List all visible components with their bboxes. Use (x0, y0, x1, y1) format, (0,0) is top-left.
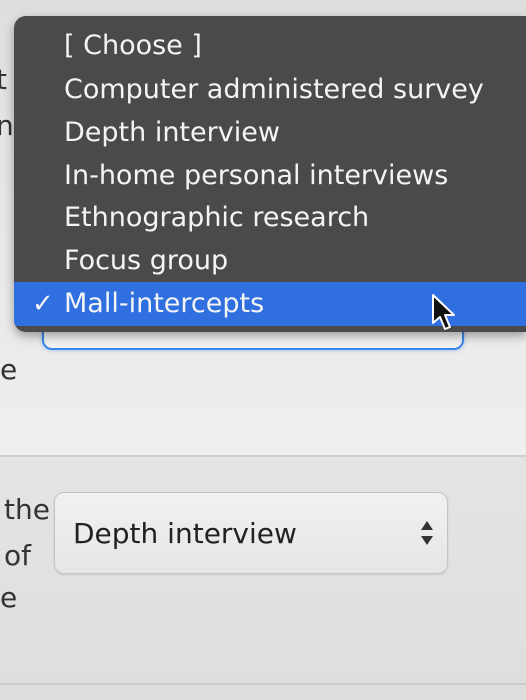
dropdown-option[interactable]: Computer administered survey (14, 70, 526, 110)
answer-select-value: Depth interview (73, 517, 297, 550)
question-text-fragment: of (4, 539, 31, 572)
select-arrows-icon (421, 521, 433, 545)
answer-select[interactable]: Depth interview (54, 492, 448, 574)
question-text-fragment: t (0, 63, 7, 96)
dropdown-option[interactable]: [ Choose ] (14, 26, 526, 66)
section-divider-bottom (0, 683, 526, 685)
question-text-fragment: e (0, 581, 18, 614)
dropdown-option[interactable]: In-home personal interviews (14, 156, 526, 196)
question-text-fragment: e (0, 353, 18, 386)
question-text-fragment: the (4, 493, 50, 526)
dropdown-menu[interactable]: [ Choose ] Computer administered survey … (14, 16, 526, 332)
arrow-cursor-icon (432, 294, 455, 330)
checkmark-icon: ✓ (32, 289, 54, 319)
dropdown-option[interactable]: Focus group (14, 241, 526, 281)
dropdown-option[interactable]: Ethnographic research (14, 198, 526, 238)
question-text-fragment: n (0, 109, 14, 142)
dropdown-option[interactable]: Depth interview (14, 113, 526, 153)
